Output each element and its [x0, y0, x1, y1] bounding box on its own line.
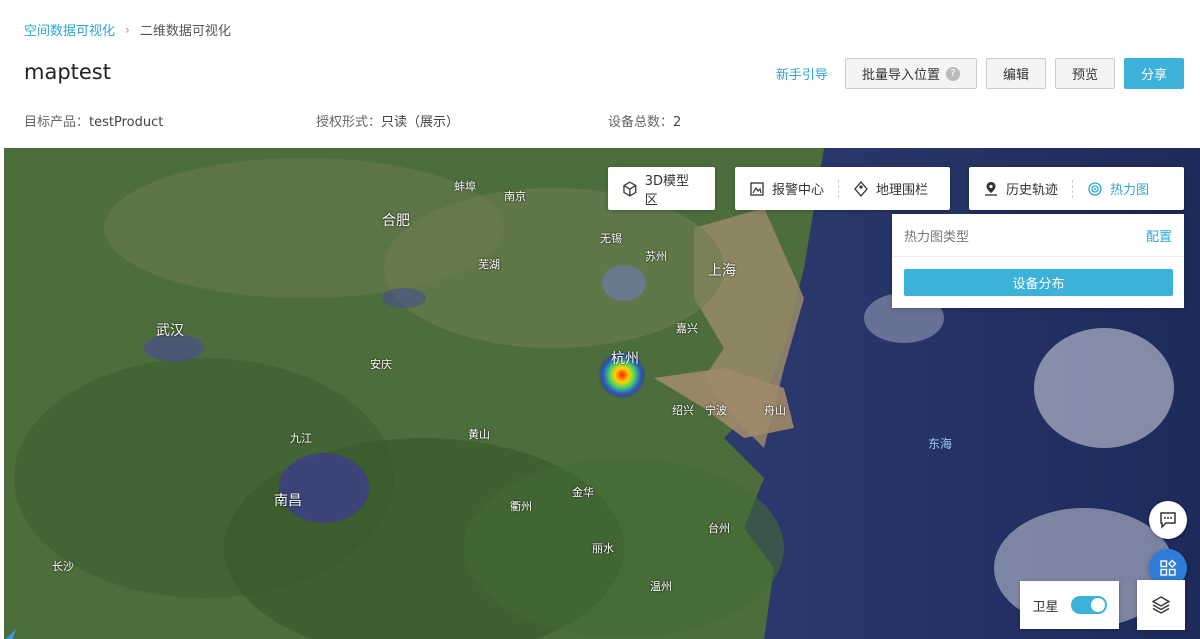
alarm-label: 报警中心: [772, 183, 825, 198]
history-track-tool[interactable]: 历史轨迹: [969, 167, 1072, 210]
geofence-icon: [854, 180, 868, 197]
map-label-zhoushan: 舟山: [764, 404, 786, 417]
batch-import-label: 批量导入位置: [861, 68, 940, 83]
satellite-label: 卫星: [1032, 599, 1059, 615]
breadcrumb: 空间数据可视化 › 二维数据可视化: [24, 20, 231, 40]
help-icon[interactable]: ?: [945, 66, 960, 81]
satellite-toggle[interactable]: 卫星: [1020, 581, 1119, 629]
alarm-icon: [750, 181, 764, 196]
heatmap-panel-header: 热力图类型 配置: [892, 214, 1184, 257]
map-label-suzhou: 苏州: [645, 250, 667, 263]
apps-icon: [1160, 559, 1177, 576]
breadcrumb-current: 二维数据可视化: [139, 24, 231, 39]
cube-icon: [623, 180, 637, 197]
map-label-wuxi: 无锡: [600, 232, 622, 245]
meta-auth-key: 授权形式：: [316, 115, 382, 130]
heatmap-label: 热力图: [1110, 183, 1150, 198]
map-label-anqing: 安庆: [370, 358, 392, 371]
map-label-hefei: 合肥: [382, 213, 410, 229]
breadcrumb-parent-link[interactable]: 空间数据可视化: [24, 20, 115, 39]
page-header: 空间数据可视化 › 二维数据可视化 maptest 新手引导 批量导入位置 ? …: [0, 0, 1200, 148]
satellite-switch[interactable]: [1070, 596, 1107, 614]
map-label-wenzhou: 温州: [650, 580, 672, 593]
breadcrumb-separator: ›: [125, 22, 130, 37]
geofence-tool[interactable]: 地理围栏: [839, 167, 942, 210]
meta-auth: 授权形式：只读（展示）: [316, 111, 459, 130]
map-label-bengbu: 蚌埠: [454, 180, 476, 193]
edit-button[interactable]: 编辑: [985, 58, 1046, 89]
meta-devices-key: 设备总数：: [608, 115, 674, 130]
meta-devices: 设备总数：2: [608, 111, 681, 130]
map-label-jiaxing: 嘉兴: [676, 322, 698, 335]
heatmap-panel: 热力图类型 配置 设备分布: [892, 214, 1184, 308]
map-label-shaoxing: 绍兴: [672, 404, 694, 417]
model3d-label: 3D模型区: [644, 173, 690, 208]
map-label-wuhan: 武汉: [156, 323, 184, 339]
header-actions: 新手引导 批量导入位置 ? 编辑 预览 分享: [776, 58, 1184, 89]
meta-devices-value: 2: [673, 115, 682, 130]
chat-icon: [1160, 512, 1176, 529]
heatmap-config-link[interactable]: 配置: [1146, 226, 1172, 245]
meta-product-value: testProduct: [89, 115, 164, 130]
toolbar-alarm-fence: 报警中心 地理围栏: [735, 167, 950, 210]
map-label-taizhou: 台州: [708, 522, 730, 535]
preview-button[interactable]: 预览: [1054, 58, 1115, 89]
toolbar-history-heat: 历史轨迹 热力图: [969, 167, 1184, 210]
map-label-nanjing: 南京: [504, 190, 526, 203]
map-label-quzhou: 衢州: [510, 500, 532, 513]
meta-product: 目标产品：testProduct: [24, 111, 163, 130]
map-label-shanghai: 上海: [708, 263, 736, 279]
alarm-center-tool[interactable]: 报警中心: [735, 167, 838, 210]
map-provider-logo: [4, 626, 16, 639]
heatmap-tool[interactable]: 热力图: [1073, 167, 1163, 210]
map-label-jiujiang: 九江: [290, 432, 312, 445]
share-button[interactable]: 分享: [1123, 58, 1184, 89]
layers-button[interactable]: [1137, 580, 1185, 630]
map-label-huangshan: 黄山: [468, 428, 490, 441]
model3d-tool[interactable]: 3D模型区: [608, 167, 715, 210]
page-title: maptest: [24, 60, 111, 84]
device-distribution-button[interactable]: 设备分布: [904, 269, 1173, 296]
map-label-nanchang: 南昌: [274, 493, 302, 509]
map-label-wuhu: 芜湖: [478, 258, 500, 271]
map-label-lishui: 丽水: [592, 542, 614, 555]
map-label-changsha: 长沙: [52, 560, 74, 573]
map-label-hangzhou: 杭州: [611, 351, 639, 367]
layers-icon: [1151, 596, 1171, 614]
history-label: 历史轨迹: [1006, 183, 1059, 198]
heatmap-type-title: 热力图类型: [904, 229, 970, 245]
map-label-ningbo: 宁波: [705, 404, 727, 417]
batch-import-button[interactable]: 批量导入位置 ?: [844, 58, 977, 89]
geofence-label: 地理围栏: [876, 183, 929, 198]
heatmap-icon: [1088, 181, 1102, 196]
chat-button[interactable]: [1149, 501, 1187, 539]
meta-product-key: 目标产品：: [24, 115, 90, 130]
map-label-jinhua: 金华: [572, 486, 594, 499]
meta-auth-value: 只读（展示）: [381, 115, 460, 130]
switch-knob: [1090, 598, 1105, 612]
location-pin-icon: [985, 181, 997, 196]
map-label-donghai: 东海: [928, 437, 953, 451]
guide-link[interactable]: 新手引导: [776, 64, 828, 83]
toolbar-3d: 3D模型区: [608, 167, 715, 210]
